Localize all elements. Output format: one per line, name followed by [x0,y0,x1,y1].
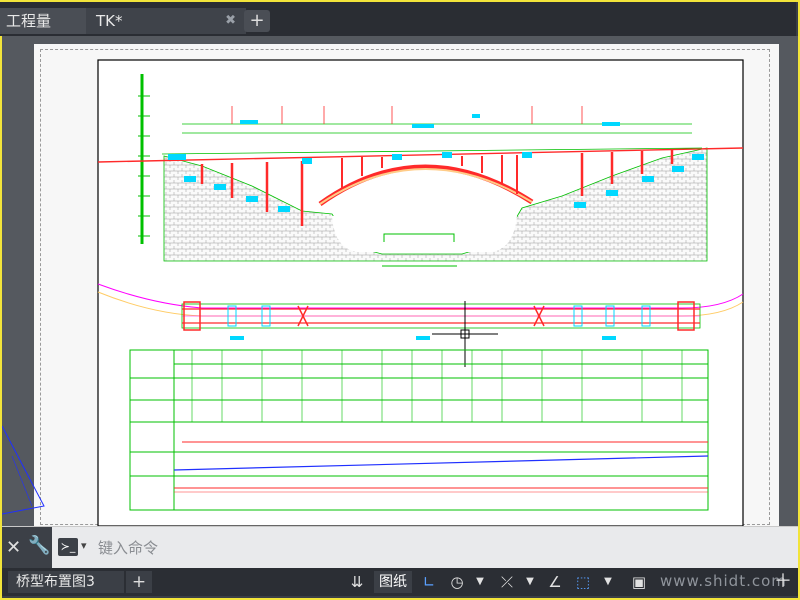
tab-tk[interactable]: TK* ✖ [86,8,246,34]
tab-label: 工程量 [6,12,52,30]
chevron-down-icon[interactable]: ▾ [81,539,87,552]
command-prompt-icon[interactable]: ≻_ [58,538,78,556]
command-line: ✕ 🔧 ≻_ ▾ [2,526,798,569]
status-bar: 桥型布置图3 + ⇊ 图纸 ∟ ◷ ▼ ⤫ ▼ ∠ ⬚ ▼ ▣ www.shid… [2,568,798,596]
tab-gongchengliang[interactable]: 工程量 [0,8,86,34]
plus-icon[interactable]: ＋ [772,572,794,592]
document-tab-bar: 工程量 TK* ✖ + [0,2,796,36]
angle-icon[interactable]: ∠ [544,572,566,592]
close-icon[interactable]: ✖ [225,8,236,34]
paper-space-button[interactable]: 图纸 [374,571,412,593]
wrench-icon[interactable]: 🔧 [28,535,50,556]
chevron-down-icon[interactable]: ⇊ [348,572,366,592]
drawing-canvas[interactable] [2,36,798,526]
lineweight-icon[interactable]: ▣ [628,572,650,592]
object-snap-icon[interactable]: ⬚ [572,572,594,592]
chevron-down-icon[interactable]: ▼ [602,572,614,592]
object-snap-tracking-icon[interactable]: ⤫ [496,572,518,592]
bridge-drawing [2,59,744,526]
command-input[interactable] [98,536,778,560]
tab-label: TK* [96,12,123,30]
new-tab-button[interactable]: + [244,10,270,32]
drawing-border [97,59,744,526]
chevron-down-icon[interactable]: ▼ [524,572,536,592]
close-icon[interactable]: ✕ [6,537,21,558]
add-layout-button[interactable]: + [126,571,152,593]
chevron-down-icon[interactable]: ▼ [474,572,486,592]
watermark-text: www.shidt.com [660,572,787,590]
command-line-controls: ✕ 🔧 [2,527,52,569]
ortho-icon[interactable]: ∟ [418,572,440,592]
tab-layout-bridge[interactable]: 桥型布置图3 [8,571,124,593]
polar-tracking-icon[interactable]: ◷ [446,572,468,592]
